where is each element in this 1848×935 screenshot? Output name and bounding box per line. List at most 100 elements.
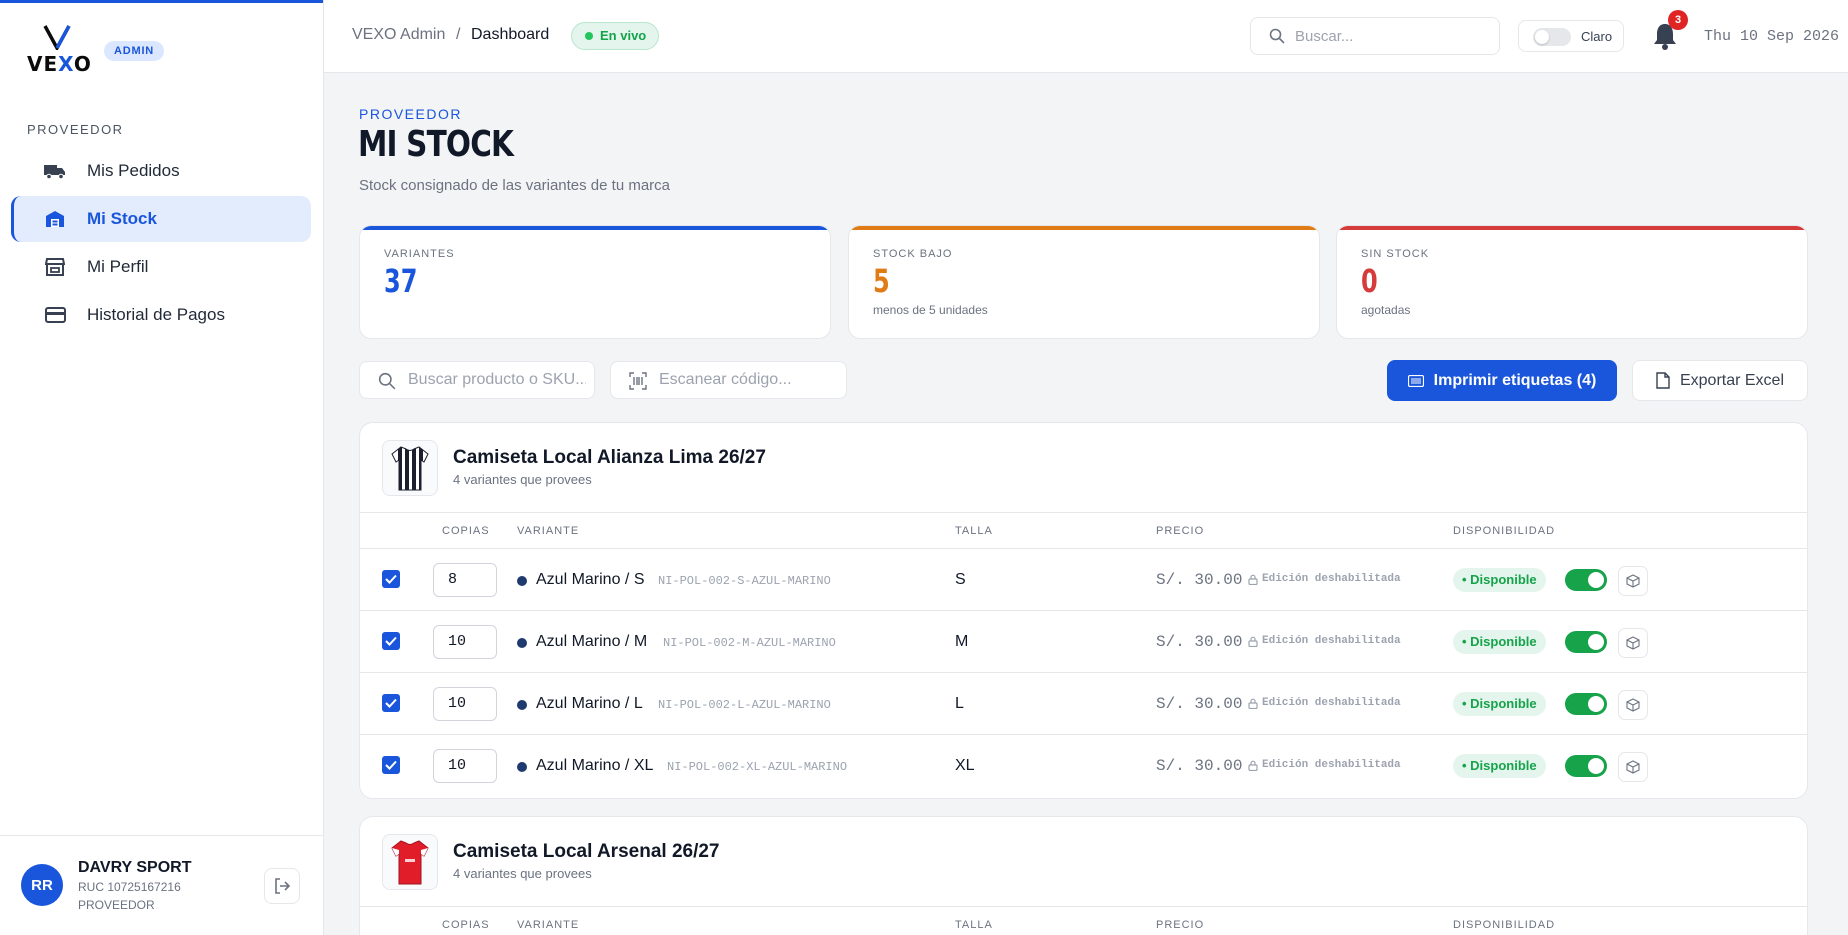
stat-label: VARIANTES: [384, 248, 455, 260]
edit-disabled-note: Edición deshabilitada: [1248, 635, 1401, 647]
lock-icon: [1248, 574, 1258, 585]
row-checkbox[interactable]: [382, 570, 400, 588]
search-placeholder: Buscar...: [1295, 27, 1354, 45]
logout-button[interactable]: [264, 868, 300, 904]
table-row: 10 Azul Marino / M NI-POL-002-M-AZUL-MAR…: [360, 611, 1807, 673]
stock-detail-button[interactable]: [1618, 628, 1648, 658]
stat-accent-bar: [849, 226, 1319, 230]
color-swatch: [517, 700, 527, 710]
product-search-input[interactable]: Buscar producto o SKU...: [359, 361, 595, 399]
sidebar-section-label: PROVEEDOR: [27, 122, 124, 137]
column-header-price: PRECIO: [1156, 525, 1205, 537]
column-header-availability: DISPONIBILIDAD: [1453, 919, 1556, 931]
edit-disabled-note: Edición deshabilitada: [1248, 697, 1401, 709]
sidebar-item-label: Mis Pedidos: [87, 161, 180, 180]
variant-size: S: [955, 571, 966, 588]
truck-icon: [43, 161, 67, 181]
stat-accent-bar: [1337, 226, 1807, 230]
avatar[interactable]: RR: [21, 864, 63, 906]
availability-toggle[interactable]: [1565, 631, 1607, 653]
live-status-badge: En vivo: [571, 22, 660, 50]
theme-switch[interactable]: [1533, 28, 1571, 46]
stat-card-stock-bajo: STOCK BAJO 5 menos de 5 unidades: [848, 225, 1320, 339]
theme-toggle[interactable]: Claro: [1518, 20, 1624, 52]
check-icon: [385, 698, 397, 708]
logo-wordmark: VEXO: [27, 52, 92, 76]
column-header-size: TALLA: [955, 525, 993, 537]
stat-value: 5: [873, 262, 890, 300]
column-header-availability: DISPONIBILIDAD: [1453, 525, 1556, 537]
availability-toggle[interactable]: [1565, 755, 1607, 777]
global-search-input[interactable]: Buscar...: [1250, 17, 1500, 55]
column-header-copies: COPIAS: [442, 525, 490, 537]
table-header: COPIAS VARIANTE TALLA PRECIO DISPONIBILI…: [360, 907, 1807, 935]
copies-input[interactable]: 10: [433, 625, 497, 659]
stat-label: STOCK BAJO: [873, 248, 953, 260]
stat-note: menos de 5 unidades: [873, 303, 988, 317]
sidebar-item-label: Historial de Pagos: [87, 305, 225, 324]
sidebar-item-mis-pedidos[interactable]: Mis Pedidos: [11, 148, 311, 194]
stat-value: 0: [1361, 262, 1378, 300]
user-ruc: RUC 10725167216: [78, 880, 181, 894]
sidebar-item-mi-stock[interactable]: Mi Stock: [11, 196, 311, 242]
product-thumbnail: [382, 834, 438, 890]
stat-card-variantes: VARIANTES 37: [359, 225, 831, 339]
breadcrumb-separator: /: [456, 26, 461, 43]
column-header-variant: VARIANTE: [517, 525, 580, 537]
stat-card-sin-stock: SIN STOCK 0 agotadas: [1336, 225, 1808, 339]
table-header: COPIAS VARIANTE TALLA PRECIO DISPONIBILI…: [360, 513, 1807, 549]
product-name: Camiseta Local Alianza Lima 26/27: [453, 447, 766, 468]
availability-badge: • Disponible: [1453, 754, 1546, 778]
search-icon: [378, 372, 396, 390]
row-checkbox[interactable]: [382, 756, 400, 774]
availability-toggle[interactable]: [1565, 569, 1607, 591]
stat-value: 37: [384, 262, 418, 300]
print-labels-button[interactable]: Imprimir etiquetas (4): [1387, 360, 1617, 401]
admin-badge: ADMIN: [104, 41, 165, 61]
availability-toggle[interactable]: [1565, 693, 1607, 715]
product-search-placeholder: Buscar producto o SKU...: [408, 371, 586, 388]
availability-badge: • Disponible: [1453, 630, 1546, 654]
stat-note: agotadas: [1361, 303, 1411, 317]
variant-price: S/. 30.00: [1156, 571, 1243, 589]
sidebar-item-mi-perfil[interactable]: Mi Perfil: [11, 244, 311, 290]
copies-input[interactable]: 8: [433, 563, 497, 597]
page-subtitle: Stock consignado de las variantes de tu …: [359, 177, 671, 194]
variant-price: S/. 30.00: [1156, 695, 1243, 713]
variant-sku: NI-POL-002-L-AZUL-MARINO: [658, 698, 831, 712]
row-checkbox[interactable]: [382, 632, 400, 650]
row-checkbox[interactable]: [382, 694, 400, 712]
edit-disabled-note: Edición deshabilitada: [1248, 573, 1401, 585]
stock-detail-button[interactable]: [1618, 566, 1648, 596]
export-excel-button[interactable]: Exportar Excel: [1632, 360, 1808, 401]
stock-detail-button[interactable]: [1618, 690, 1648, 720]
column-header-variant: VARIANTE: [517, 919, 580, 931]
table-row: 10 Azul Marino / XL NI-POL-002-XL-AZUL-M…: [360, 735, 1807, 797]
cube-icon: [1626, 698, 1640, 712]
sidebar-item-label: Mi Perfil: [87, 257, 149, 276]
barcode-scan-input[interactable]: Escanear código...: [610, 361, 847, 399]
credit-card-icon: [43, 305, 67, 325]
print-labels-label: Imprimir etiquetas (4): [1433, 371, 1597, 389]
variant-sku: NI-POL-002-S-AZUL-MARINO: [658, 574, 831, 588]
check-icon: [385, 760, 397, 770]
lock-icon: [1248, 760, 1258, 771]
variant-size: M: [955, 633, 969, 650]
user-name: DAVRY SPORT: [78, 859, 192, 876]
current-date: Thu 10 Sep 2026: [1704, 28, 1840, 45]
breadcrumb-root[interactable]: VEXO Admin: [352, 26, 445, 44]
stock-detail-button[interactable]: [1618, 752, 1648, 782]
jersey-icon: [391, 446, 429, 491]
product-card-alianza-lima: Camiseta Local Alianza Lima 26/27 4 vari…: [359, 422, 1808, 799]
logo-v-mark: [43, 25, 71, 50]
availability-badge: • Disponible: [1453, 568, 1546, 592]
scan-placeholder: Escanear código...: [659, 371, 792, 388]
sidebar-item-historial-de-pagos[interactable]: Historial de Pagos: [11, 292, 311, 338]
product-thumbnail: [382, 440, 438, 496]
color-swatch: [517, 638, 527, 648]
copies-input[interactable]: 10: [433, 749, 497, 783]
user-role: PROVEEDOR: [78, 898, 155, 912]
column-header-size: TALLA: [955, 919, 993, 931]
copies-input[interactable]: 10: [433, 687, 497, 721]
vexo-logo[interactable]: VEXO: [27, 24, 92, 76]
